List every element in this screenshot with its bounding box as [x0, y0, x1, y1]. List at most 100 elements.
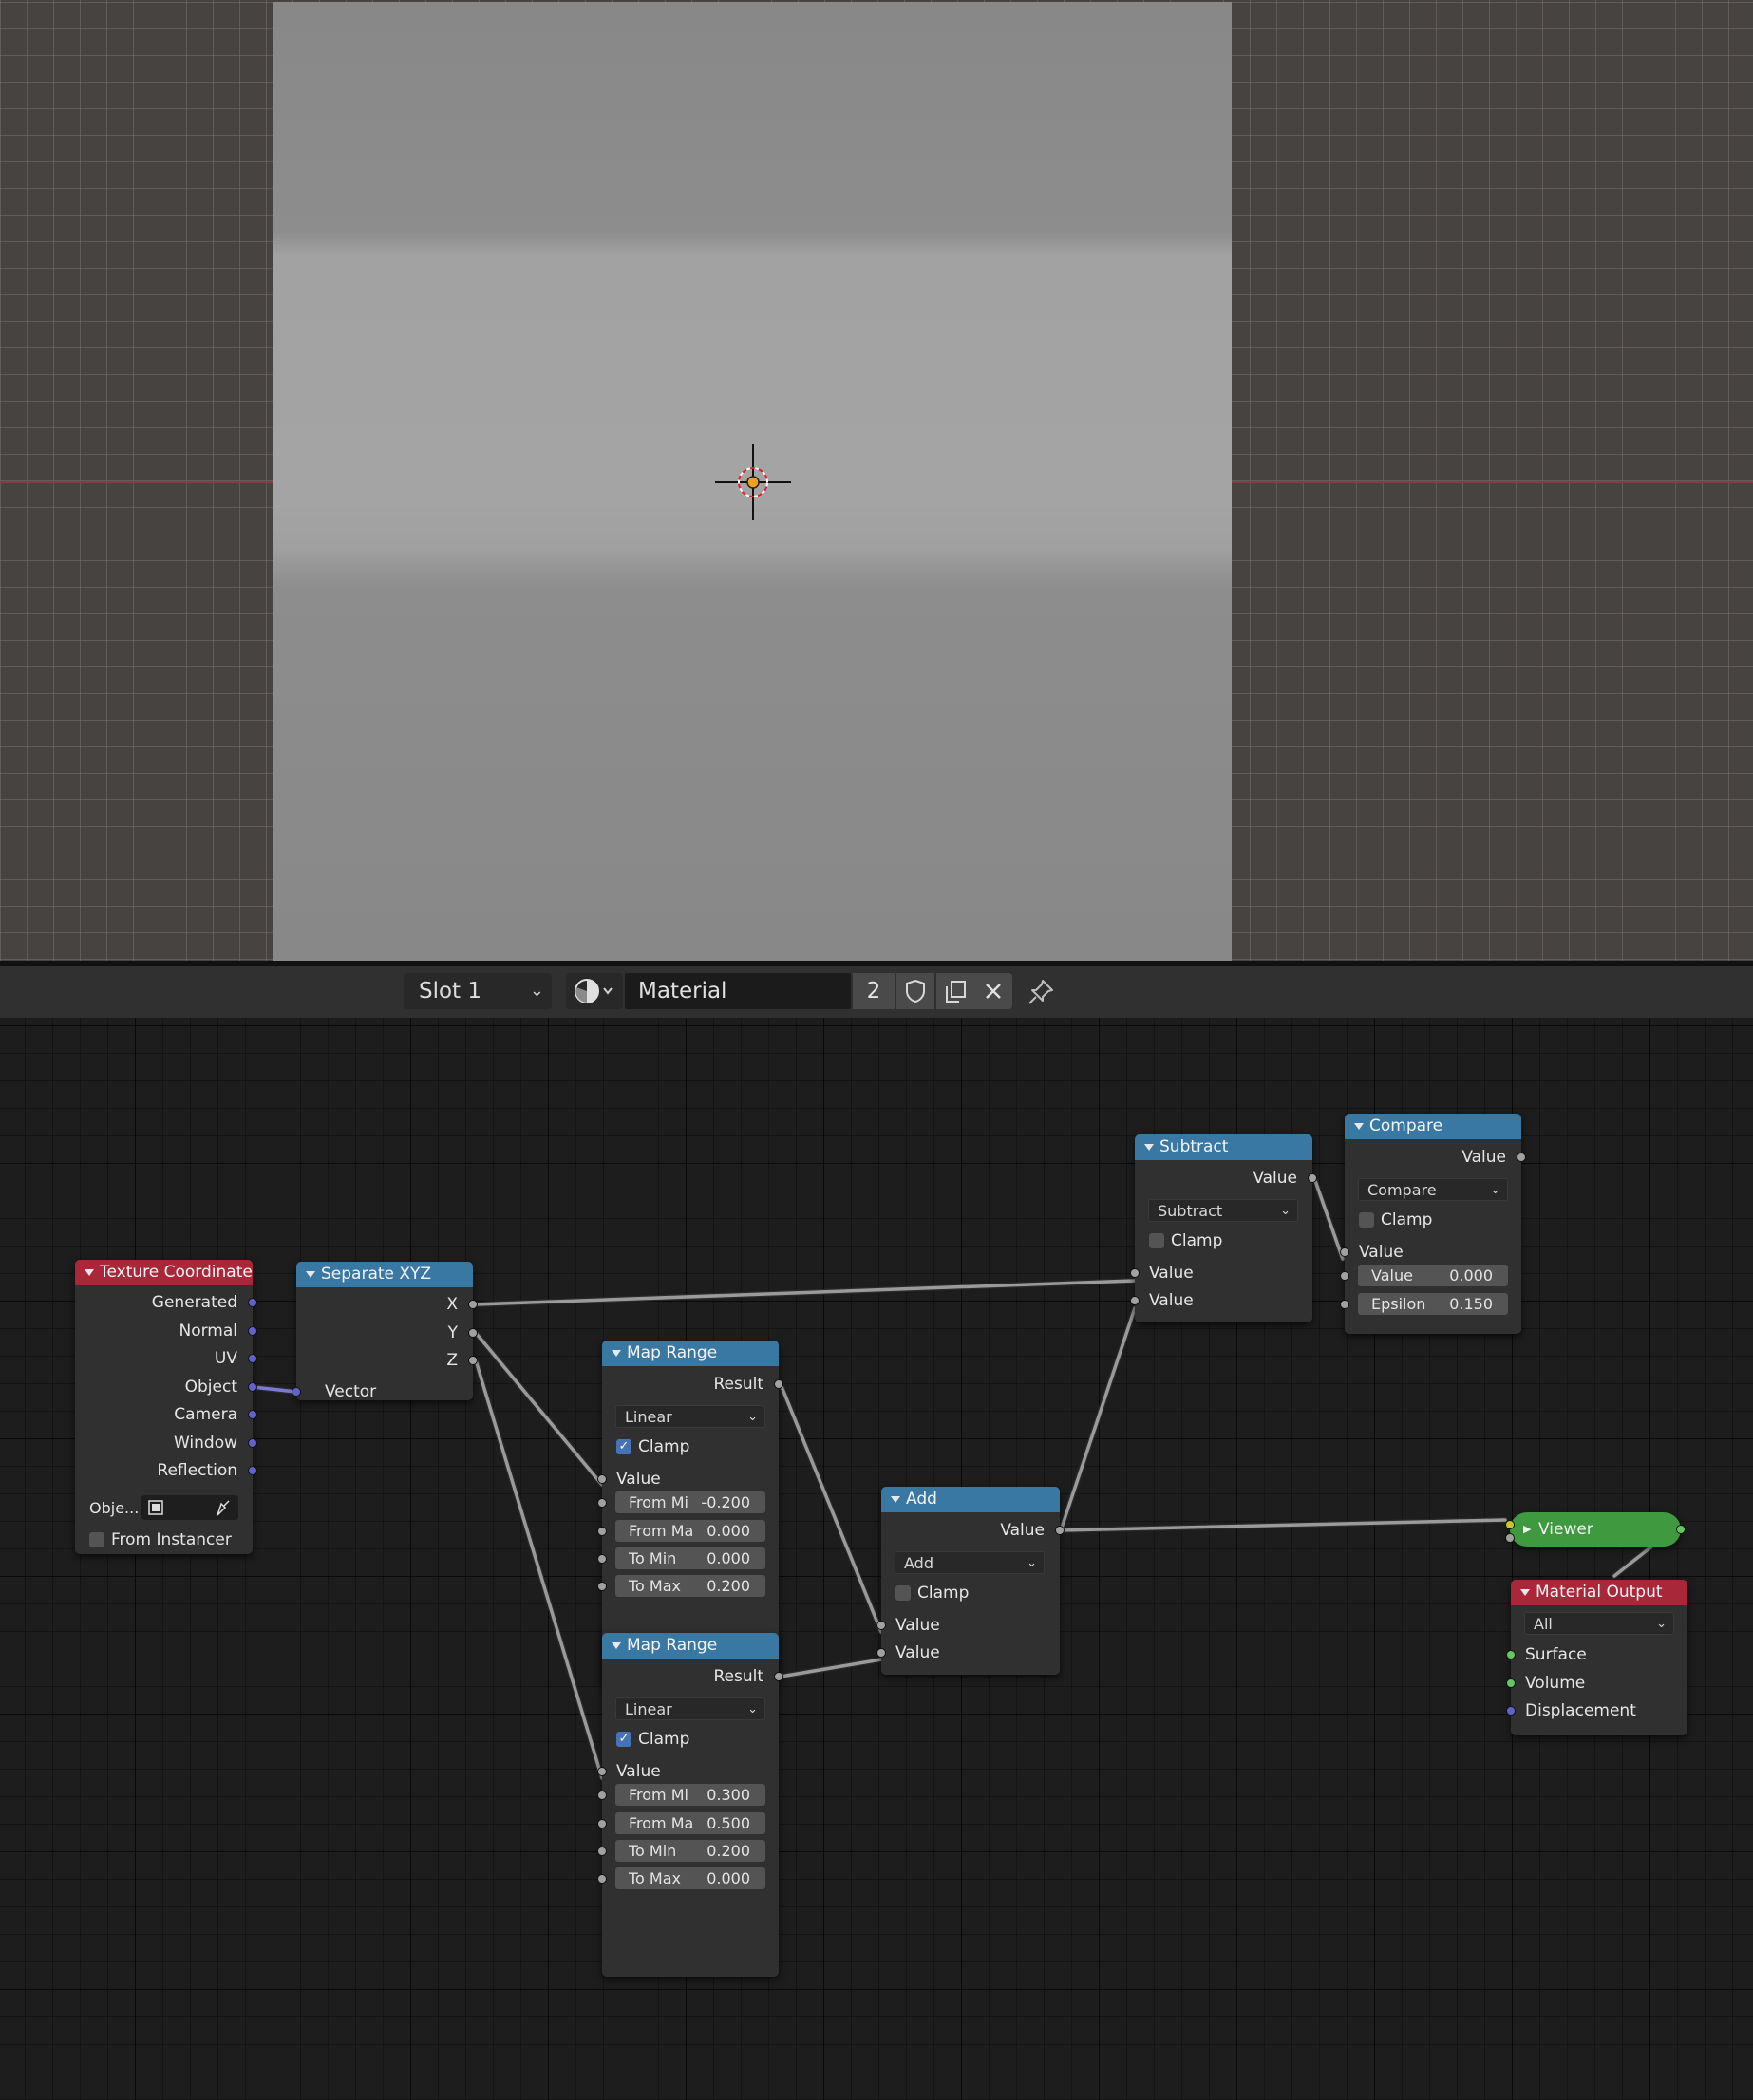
- socket-generated[interactable]: [248, 1298, 257, 1307]
- object-field[interactable]: [141, 1495, 238, 1520]
- material-output-node[interactable]: Material Output All ⌄ Surface Volume Dis…: [1506, 1580, 1687, 1735]
- add-node[interactable]: Add Value Add ⌄ Clamp Value Value: [876, 1487, 1065, 1675]
- socket-volume[interactable]: [1506, 1678, 1516, 1688]
- socket-uv[interactable]: [248, 1354, 257, 1363]
- field-label: From Mi: [629, 1786, 688, 1804]
- viewer-node[interactable]: ▶ Viewer: [1505, 1512, 1686, 1547]
- slot-dropdown[interactable]: Slot 1 ⌄: [404, 973, 552, 1009]
- socket-result[interactable]: [774, 1379, 783, 1389]
- operation-dropdown[interactable]: Compare ⌄: [1358, 1178, 1508, 1201]
- socket-value-b[interactable]: [1340, 1271, 1349, 1281]
- socket-vector-in[interactable]: [292, 1387, 301, 1397]
- to-min-field[interactable]: To Min 0.000: [615, 1547, 765, 1569]
- socket-value-out[interactable]: [1517, 1153, 1526, 1162]
- field-value: 0.200: [707, 1842, 750, 1860]
- socket-value-in[interactable]: [597, 1767, 607, 1776]
- socket-result[interactable]: [774, 1672, 783, 1681]
- clamp-label: Clamp: [917, 1584, 970, 1603]
- 3d-viewport[interactable]: [0, 0, 1753, 961]
- clamp-checkbox[interactable]: ✓: [616, 1439, 631, 1454]
- clamp-checkbox[interactable]: [895, 1585, 911, 1601]
- map-range-node-2[interactable]: Map Range Result Linear ⌄ ✓ Clamp Value …: [597, 1633, 783, 1977]
- socket-from-max[interactable]: [597, 1819, 607, 1828]
- socket-normal[interactable]: [248, 1326, 257, 1336]
- socket-value-in-2[interactable]: [1130, 1296, 1140, 1305]
- clamp-checkbox[interactable]: ✓: [616, 1732, 631, 1747]
- socket-to-max[interactable]: [597, 1874, 607, 1884]
- operation-dropdown[interactable]: Subtract ⌄: [1148, 1199, 1298, 1222]
- operation-dropdown[interactable]: Add ⌄: [895, 1551, 1045, 1574]
- socket-to-min[interactable]: [597, 1847, 607, 1856]
- node-header[interactable]: Map Range: [602, 1341, 779, 1366]
- clamp-checkbox[interactable]: [1149, 1233, 1164, 1248]
- node-header[interactable]: Material Output: [1511, 1580, 1687, 1605]
- socket-window[interactable]: [248, 1438, 257, 1448]
- unlink-material-button[interactable]: [974, 973, 1012, 1009]
- interpolation-value: Linear: [625, 1700, 672, 1718]
- object-eyedropper-icons: [148, 1500, 230, 1516]
- output-value: Value: [1253, 1169, 1297, 1188]
- node-header[interactable]: Map Range: [602, 1633, 779, 1659]
- node-header[interactable]: Add: [881, 1487, 1060, 1512]
- fake-user-button[interactable]: [896, 973, 934, 1009]
- new-material-button[interactable]: [936, 973, 974, 1009]
- socket-to-max[interactable]: [597, 1582, 607, 1591]
- node-header[interactable]: Texture Coordinate: [75, 1260, 253, 1285]
- node-header[interactable]: Compare: [1345, 1114, 1521, 1139]
- from-max-field[interactable]: From Ma 0.500: [615, 1812, 765, 1834]
- subtract-node[interactable]: Subtract Value Subtract ⌄ Clamp Value Va…: [1130, 1134, 1317, 1322]
- material-browse-button[interactable]: [566, 973, 623, 1009]
- socket-viewer-out[interactable]: [1676, 1525, 1686, 1534]
- socket-reflection[interactable]: [248, 1466, 257, 1475]
- value-field[interactable]: Value 0.000: [1358, 1265, 1508, 1286]
- socket-object[interactable]: [248, 1382, 257, 1392]
- socket-value-in-1[interactable]: [1130, 1268, 1140, 1278]
- target-dropdown[interactable]: All ⌄: [1524, 1612, 1674, 1635]
- interpolation-dropdown[interactable]: Linear ⌄: [615, 1697, 765, 1720]
- socket-from-min[interactable]: [597, 1791, 607, 1800]
- material-name-field[interactable]: Material: [625, 973, 851, 1009]
- socket-z[interactable]: [468, 1356, 478, 1365]
- node-editor-canvas[interactable]: Texture Coordinate Generated Normal UV O…: [0, 1018, 1753, 2100]
- output-camera: Camera: [174, 1405, 237, 1424]
- interpolation-dropdown[interactable]: Linear ⌄: [615, 1405, 765, 1428]
- socket-displacement[interactable]: [1506, 1706, 1516, 1716]
- node-header[interactable]: Subtract: [1135, 1134, 1312, 1160]
- input-displacement: Displacement: [1525, 1701, 1636, 1720]
- 3d-cursor-icon[interactable]: [715, 444, 791, 520]
- socket-value-in[interactable]: [597, 1474, 607, 1484]
- socket-x[interactable]: [468, 1300, 478, 1309]
- socket-value-in-1[interactable]: [876, 1621, 886, 1630]
- from-max-field[interactable]: From Ma 0.000: [615, 1520, 765, 1542]
- socket-to-min[interactable]: [597, 1554, 607, 1564]
- from-min-field[interactable]: From Mi -0.200: [615, 1491, 765, 1513]
- to-max-field[interactable]: To Max 0.000: [615, 1867, 765, 1889]
- socket-camera[interactable]: [248, 1410, 257, 1419]
- socket-value-out[interactable]: [1308, 1173, 1317, 1183]
- from-instancer-checkbox[interactable]: [89, 1532, 104, 1547]
- to-max-field[interactable]: To Max 0.200: [615, 1575, 765, 1597]
- separate-xyz-node[interactable]: Separate XYZ X Y Z Vector: [292, 1262, 478, 1401]
- socket-epsilon[interactable]: [1340, 1300, 1349, 1309]
- compare-node[interactable]: Compare Value Compare ⌄ Clamp Value Valu…: [1340, 1114, 1526, 1334]
- output-object: Object: [184, 1378, 237, 1397]
- node-header[interactable]: Separate XYZ: [296, 1262, 473, 1287]
- socket-surface[interactable]: [1506, 1650, 1516, 1659]
- pin-button[interactable]: [1024, 975, 1058, 1009]
- socket-y[interactable]: [468, 1328, 478, 1338]
- field-label: Value: [1371, 1266, 1413, 1284]
- socket-value-in[interactable]: [1340, 1247, 1349, 1257]
- field-label: To Max: [629, 1869, 682, 1887]
- socket-from-max[interactable]: [597, 1527, 607, 1536]
- epsilon-field[interactable]: Epsilon 0.150: [1358, 1293, 1508, 1315]
- clamp-checkbox[interactable]: [1359, 1212, 1374, 1228]
- texture-coordinate-node[interactable]: Texture Coordinate Generated Normal UV O…: [75, 1260, 257, 1554]
- user-count-button[interactable]: 2: [853, 973, 895, 1009]
- socket-value-in-2[interactable]: [876, 1648, 886, 1658]
- socket-viewer-in-2[interactable]: [1505, 1533, 1515, 1543]
- from-min-field[interactable]: From Mi 0.300: [615, 1784, 765, 1806]
- to-min-field[interactable]: To Min 0.200: [615, 1840, 765, 1862]
- socket-viewer-in[interactable]: [1505, 1520, 1515, 1529]
- socket-from-min[interactable]: [597, 1498, 607, 1508]
- socket-value-out[interactable]: [1055, 1526, 1065, 1535]
